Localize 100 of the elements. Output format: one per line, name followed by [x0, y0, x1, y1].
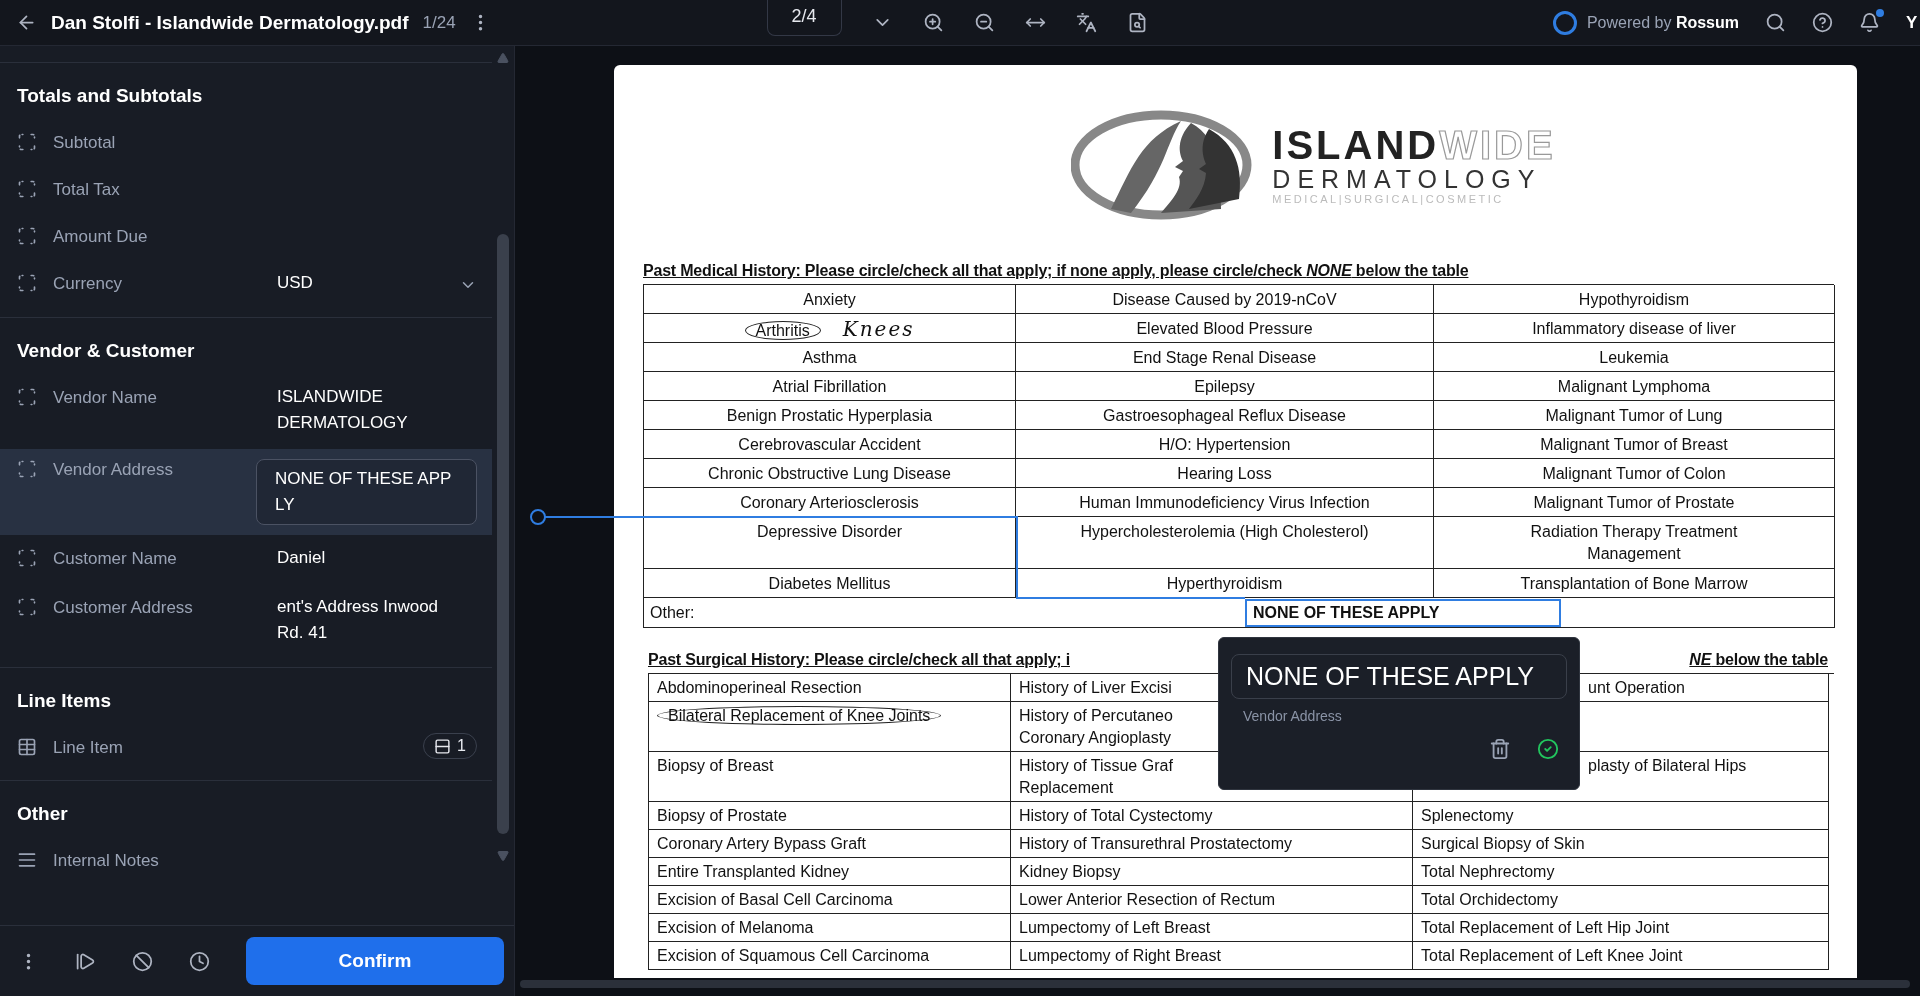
confirm-button[interactable]: Confirm	[246, 937, 504, 985]
table-cell: History of Tissue Graf Replacement	[1019, 757, 1173, 796]
table-cell: Biopsy of Breast	[657, 757, 774, 774]
table-cell: Hypercholesterolemia (High Cholesterol)	[1080, 523, 1369, 540]
table-heading: Past Surgical History: Please circle/check all that apply; i	[648, 650, 1070, 670]
logo-tagline: MEDICAL|SURGICAL|COSMETIC	[1272, 193, 1505, 205]
table-cell: Total Nephrectomy	[1421, 863, 1555, 880]
powered-by-text: Powered by Rossum	[1586, 13, 1739, 32]
scan-icon	[16, 132, 37, 152]
logo-subtitle: DERMATOLOGY	[1272, 165, 1543, 193]
table-cell: Excision of Squamous Cell Carcinoma	[657, 947, 930, 964]
table-cell: History of Transurethral Prostatectomy	[1019, 835, 1292, 852]
table-cell: Atrial Fibrillation	[772, 378, 887, 395]
document-title: Dan Stolfi - Islandwide Dermatology.pdf	[51, 11, 409, 34]
table-cell: Excision of Basal Cell Carcinoma	[657, 891, 893, 908]
scrollbar-thumb[interactable]	[497, 234, 509, 834]
document-counter: 1/24	[422, 12, 456, 33]
table-cell: H/O: Hypertension	[1158, 436, 1291, 453]
section-title: Totals and Subtotals	[17, 85, 204, 107]
zoom-out-icon[interactable]	[973, 12, 995, 33]
zoom-in-icon[interactable]	[922, 12, 944, 33]
table-cell: Splenectomy	[1421, 807, 1514, 824]
table-cell: Malignant Lymphoma	[1557, 378, 1711, 395]
table-heading: Past Medical History: Please circle/check all that apply; if none apply, please circle/check NONE below the table	[643, 261, 1470, 281]
field-value[interactable]: Daniel	[277, 545, 477, 571]
selected-field-row[interactable]: Vendor Address NONE OF THESE APPLY	[0, 449, 492, 535]
table-cell: Biopsy of Prostate	[657, 807, 787, 824]
field-value[interactable]: ISLANDWIDE DERMATOLOGY	[277, 384, 477, 436]
table-cell: Anxiety	[803, 291, 856, 308]
table-cell: Transplantation of Bone Marrow	[1520, 575, 1748, 592]
table-cell: Hearing Loss	[1177, 465, 1272, 482]
scan-icon	[16, 226, 37, 246]
check-circle-icon[interactable]	[1537, 738, 1559, 760]
ring-icon	[1552, 10, 1577, 35]
table-cell: Hyperthyroidism	[1166, 575, 1283, 592]
table-cell: Surgical Biopsy of Skin	[1421, 835, 1585, 852]
text-lines-icon	[16, 850, 37, 870]
search-icon[interactable]	[1765, 12, 1786, 33]
field-label: Vendor Address	[53, 459, 175, 480]
table-cell: Abdominoperineal Resection	[657, 679, 862, 696]
scan-icon	[16, 459, 37, 479]
table-cell: Cerebrovascular Accident	[738, 436, 921, 453]
table-cell: Epilepsy	[1194, 378, 1255, 395]
table-cell: Lower Anterior Resection of Rectum	[1019, 891, 1276, 908]
table-cell: End Stage Renal Disease	[1132, 349, 1317, 366]
table-cell: Malignant Tumor of Prostate	[1533, 494, 1735, 511]
table-cell: Excision of Melanoma	[657, 919, 814, 936]
field-value[interactable]: USD	[277, 270, 325, 296]
table-cell: Leukemia	[1599, 349, 1669, 366]
page-indicator[interactable]: 2/4	[766, 0, 842, 36]
table-cell: Human Immunodeficiency Virus Infection	[1079, 494, 1370, 511]
table-cell: Asthma	[802, 349, 857, 366]
field-label: Customer Address	[53, 597, 194, 618]
user-avatar[interactable]: Y	[1906, 12, 1920, 33]
scan-icon	[16, 273, 37, 293]
section-title: Vendor & Customer	[17, 340, 196, 362]
logo-name: ISLANDWIDE	[1272, 125, 1556, 165]
table-heading: NE below the table	[1689, 650, 1828, 670]
field-label: Line Item	[53, 737, 124, 758]
popup-value-field[interactable]: NONE OF THESE APPLY	[1231, 654, 1567, 699]
field-value[interactable]: ent's Address Inwood Rd. 41	[277, 594, 477, 646]
field-label: Amount Due	[53, 226, 149, 247]
field-label: Subtotal	[53, 132, 117, 153]
table-cell: Total Replacement of Left Hip Joint	[1421, 919, 1670, 936]
field-label: Internal Notes	[53, 850, 160, 871]
table-cell: Chronic Obstructive Lung Disease	[708, 465, 951, 482]
field-input[interactable]: NONE OF THESE APPLY	[256, 459, 477, 525]
delete-icon[interactable]	[1489, 738, 1511, 760]
clock-icon[interactable]	[189, 950, 210, 972]
scan-icon	[16, 548, 37, 568]
table-cell: Kidney Biopsy	[1019, 863, 1121, 880]
horizontal-scrollbar[interactable]	[520, 980, 1910, 988]
help-icon[interactable]	[1812, 12, 1833, 33]
table-cell: Disease Caused by 2019-nCoV	[1112, 291, 1337, 308]
table-cell: History of Total Cystectomy	[1019, 807, 1213, 824]
table-cell: Lumpectomy of Right Breast	[1019, 947, 1221, 964]
scan-icon	[16, 597, 37, 617]
reject-icon[interactable]	[132, 950, 153, 972]
field-label: Vendor Name	[53, 387, 158, 408]
other-value[interactable]: NONE OF THESE APPLY	[1245, 598, 1561, 627]
table-cell: Radiation Therapy Treatment Management	[1530, 523, 1738, 562]
table-cell: Malignant Tumor of Lung	[1545, 407, 1723, 424]
table-cell: Lumpectomy of Left Breast	[1019, 919, 1211, 936]
table-cell: Total Replacement of Left Knee Joint	[1421, 947, 1683, 964]
table-cell: History of Percutaneo Coronary Angioplasty	[1019, 707, 1173, 746]
table-cell: Hypothyroidism	[1578, 291, 1690, 308]
field-label: Currency	[53, 273, 123, 294]
field-label: Total Tax	[53, 179, 121, 200]
table-cell: Coronary Arteriosclerosis	[740, 494, 919, 511]
other-label: Other:	[650, 603, 696, 622]
section-title: Line Items	[17, 690, 112, 712]
table-cell: Elevated Blood Pressure	[1136, 320, 1313, 337]
translate-icon[interactable]	[1075, 12, 1097, 33]
table-cell: History of Liver Excisi	[1019, 679, 1172, 696]
table-cell: Diabetes Mellitus	[768, 575, 891, 592]
handwritten-note: Knees	[842, 317, 915, 341]
table-cell: plasty of Bilateral Hips	[1588, 757, 1747, 774]
field-label: Customer Name	[53, 548, 178, 569]
table-cell: Entire Transplanted Kidney	[657, 863, 850, 880]
table-cell: unt Operation	[1588, 679, 1685, 696]
